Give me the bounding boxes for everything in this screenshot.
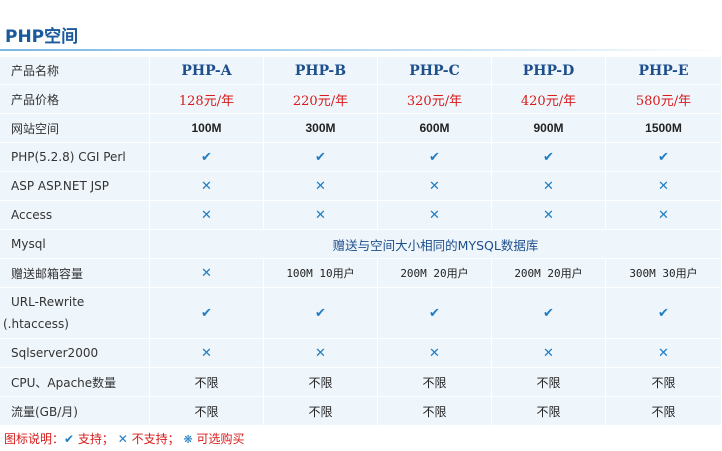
email-c: 200M 20用户 — [400, 267, 469, 280]
legend-optional: 可选购买 — [196, 432, 245, 446]
plan-name-d: PHP-D — [492, 57, 606, 84]
space-e: 1500M — [606, 114, 722, 142]
cross-icon: ✕ — [315, 207, 326, 222]
check-icon: ✔ — [543, 149, 554, 164]
check-icon: ✔ — [658, 305, 669, 320]
cross-icon: ✕ — [658, 178, 669, 193]
cross-icon: ✕ — [201, 207, 212, 222]
check-icon: ✔ — [201, 149, 212, 164]
row-label-sqlserver: Sqlserver2000 — [0, 339, 150, 367]
check-icon: ✔ — [429, 149, 440, 164]
cross-icon: ✕ — [201, 178, 212, 193]
table-row-email: 赠送邮箱容量 ✕ 100M 10用户 200M 20用户 200M 20用户 3… — [0, 259, 722, 287]
cross-icon: ✕ — [543, 207, 554, 222]
email-b: 100M 10用户 — [286, 267, 355, 280]
title-bar: PHP空间 — [0, 0, 722, 54]
email-d: 200M 20用户 — [514, 267, 583, 280]
row-label-web-space: 网站空间 — [0, 114, 150, 142]
cross-icon: ✕ — [201, 265, 212, 280]
row-label-url-rewrite: URL-Rewrite (.htaccess) — [0, 288, 150, 338]
traffic-c: 不限 — [378, 397, 492, 425]
cpu-b: 不限 — [264, 368, 378, 396]
cross-icon: ✕ — [315, 345, 326, 360]
row-label-url-rewrite-line1: URL-Rewrite — [11, 295, 85, 309]
plan-name-a: PHP-A — [150, 57, 264, 84]
legend-unsupported: 不支持； — [131, 432, 180, 446]
row-label-product-name: 产品名称 — [0, 57, 150, 84]
cross-icon: ✕ — [658, 207, 669, 222]
table-row-price: 产品价格 128元/年 220元/年 320元/年 420元/年 580元/年 — [0, 85, 722, 113]
check-icon: ✔ — [201, 305, 212, 320]
space-c: 600M — [378, 114, 492, 142]
check-icon: ✔ — [429, 305, 440, 320]
table-row-access: Access ✕ ✕ ✕ ✕ ✕ — [0, 201, 722, 229]
traffic-a: 不限 — [150, 397, 264, 425]
cross-icon: ✕ — [658, 345, 669, 360]
cpu-e: 不限 — [606, 368, 722, 396]
cross-icon: ✕ — [315, 178, 326, 193]
cross-icon: ✕ — [429, 207, 440, 222]
icon-legend: 图标说明：✔ 支持； ✕ 不支持； ❋ 可选购买 — [4, 430, 245, 447]
check-icon: ✔ — [543, 305, 554, 320]
check-icon: ✔ — [315, 305, 326, 320]
price-d: 420元/年 — [492, 85, 606, 113]
cpu-d: 不限 — [492, 368, 606, 396]
legend-supported: 支持； — [77, 432, 114, 446]
cross-icon: ✕ — [429, 178, 440, 193]
price-e: 580元/年 — [606, 85, 722, 113]
row-label-cpu-apache: CPU、Apache数量 — [0, 368, 150, 396]
row-label-price: 产品价格 — [0, 85, 150, 113]
table-row-php-cgi: PHP(5.2.8) CGI Perl ✔ ✔ ✔ ✔ ✔ — [0, 143, 722, 171]
row-label-email: 赠送邮箱容量 — [0, 259, 150, 287]
title-divider — [0, 49, 722, 51]
cross-icon: ✕ — [543, 178, 554, 193]
price-a: 128元/年 — [150, 85, 264, 113]
row-label-traffic: 流量(GB/月) — [0, 397, 150, 425]
row-label-php-cgi: PHP(5.2.8) CGI Perl — [0, 143, 150, 171]
row-label-mysql: Mysql — [0, 230, 150, 258]
optional-purchase-icon: ❋ — [183, 433, 193, 446]
table-row-web-space: 网站空间 100M 300M 600M 900M 1500M — [0, 114, 722, 142]
cross-icon: ✕ — [117, 432, 128, 446]
page-title: PHP空间 — [5, 27, 79, 47]
check-icon: ✔ — [64, 432, 75, 446]
table-row-url-rewrite: URL-Rewrite (.htaccess) ✔ ✔ ✔ ✔ ✔ — [0, 288, 722, 338]
traffic-b: 不限 — [264, 397, 378, 425]
table-row-product-name: 产品名称 PHP-A PHP-B PHP-C PHP-D PHP-E — [0, 57, 722, 84]
row-label-url-rewrite-line2: (.htaccess) — [3, 317, 69, 331]
cross-icon: ✕ — [429, 345, 440, 360]
space-d: 900M — [492, 114, 606, 142]
table-row-mysql: Mysql 赠送与空间大小相同的MYSQL数据库 — [0, 230, 722, 258]
cpu-c: 不限 — [378, 368, 492, 396]
legend-prefix: 图标说明： — [4, 432, 65, 446]
row-label-access: Access — [0, 201, 150, 229]
table-row-asp: ASP ASP.NET JSP ✕ ✕ ✕ ✕ ✕ — [0, 172, 722, 200]
traffic-d: 不限 — [492, 397, 606, 425]
traffic-e: 不限 — [606, 397, 722, 425]
email-e: 300M 30用户 — [629, 267, 698, 280]
price-c: 320元/年 — [378, 85, 492, 113]
check-icon: ✔ — [658, 149, 669, 164]
space-b: 300M — [264, 114, 378, 142]
cross-icon: ✕ — [543, 345, 554, 360]
plan-name-e: PHP-E — [606, 57, 722, 84]
mysql-note: 赠送与空间大小相同的MYSQL数据库 — [332, 237, 539, 253]
cpu-a: 不限 — [150, 368, 264, 396]
table-row-traffic: 流量(GB/月) 不限 不限 不限 不限 不限 — [0, 397, 722, 425]
check-icon: ✔ — [315, 149, 326, 164]
price-b: 220元/年 — [264, 85, 378, 113]
plan-name-b: PHP-B — [264, 57, 378, 84]
row-label-asp: ASP ASP.NET JSP — [0, 172, 150, 200]
table-row-cpu-apache: CPU、Apache数量 不限 不限 不限 不限 不限 — [0, 368, 722, 396]
space-a: 100M — [150, 114, 264, 142]
plan-name-c: PHP-C — [378, 57, 492, 84]
cross-icon: ✕ — [201, 345, 212, 360]
plan-comparison-table: 产品名称 PHP-A PHP-B PHP-C PHP-D PHP-E 产品价格 … — [0, 56, 722, 426]
table-row-sqlserver: Sqlserver2000 ✕ ✕ ✕ ✕ ✕ — [0, 339, 722, 367]
